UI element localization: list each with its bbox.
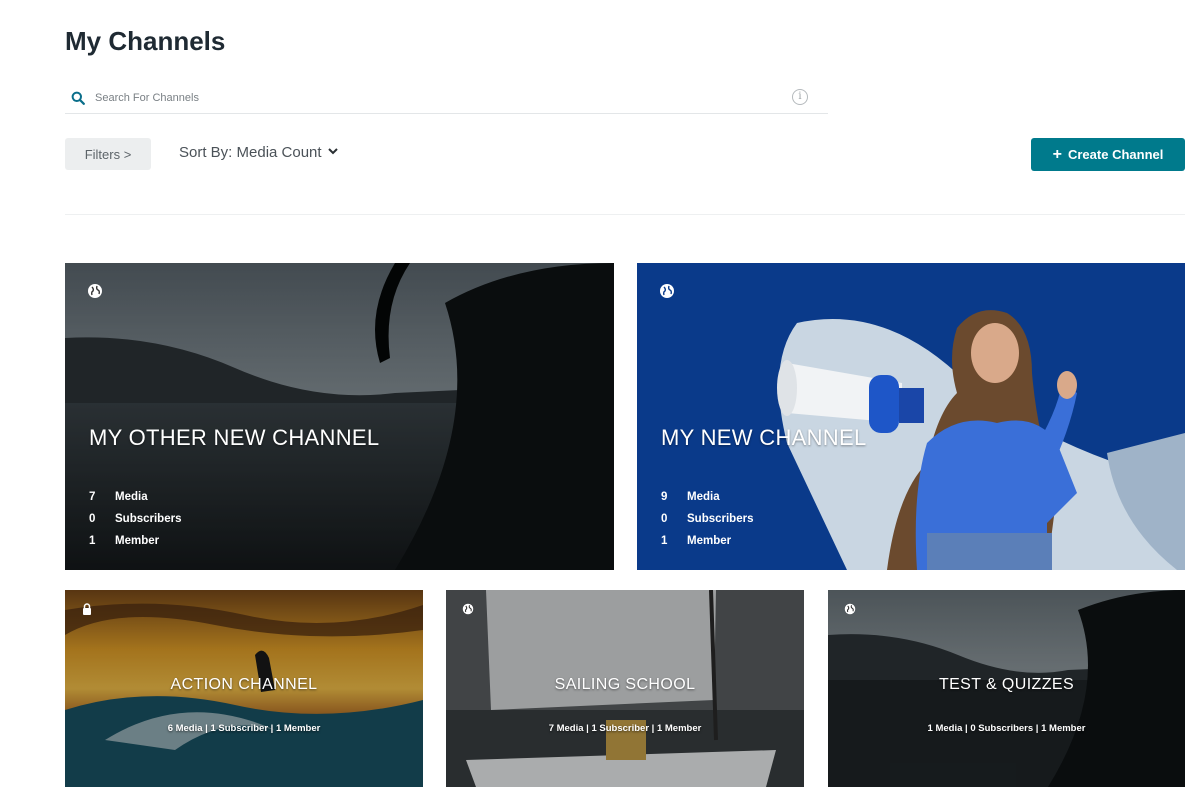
page-title: My Channels <box>65 26 226 56</box>
channel-title[interactable]: SAILING SCHOOL <box>446 676 804 694</box>
lock-icon <box>81 602 93 615</box>
channel-title[interactable]: TEST & QUIZZES <box>828 676 1185 694</box>
create-channel-label: Create Channel <box>1067 147 1164 162</box>
channel-stats: 7 Media | 1 Subscriber | 1 Member <box>548 723 702 734</box>
member-count: 1 <box>661 535 668 547</box>
create-channel-button[interactable]: + Create Channel <box>1031 138 1185 171</box>
channel-title[interactable]: MY OTHER NEW CHANNEL <box>89 425 379 451</box>
filters-button[interactable]: Filters > <box>65 138 151 170</box>
media-label: Media <box>115 491 148 503</box>
search-input[interactable] <box>95 91 775 104</box>
plus-icon: + <box>1052 145 1062 163</box>
member-label: Member <box>687 535 732 547</box>
subscriber-label: Subscribers <box>687 513 754 525</box>
search-icon[interactable] <box>67 87 89 109</box>
chevron-down-icon <box>327 147 338 158</box>
channel-stats: 9 Media 0 Subscribers 1 Member <box>661 486 753 552</box>
sort-dropdown[interactable]: Sort By: Media Count <box>179 144 338 161</box>
subscriber-label: Subscribers <box>115 513 182 525</box>
subscriber-count: 0 <box>89 513 96 525</box>
sort-label: Sort By: Media Count <box>179 144 322 161</box>
media-count: 9 <box>661 491 668 503</box>
member-count: 1 <box>89 535 96 547</box>
channel-card[interactable]: MY OTHER NEW CHANNEL 7 Media 0 Subscribers… <box>65 263 614 570</box>
channel-card[interactable]: MY NEW CHANNEL 9 Media 0 Subscribers 1 Memb… <box>637 263 1185 570</box>
info-icon[interactable]: i <box>792 89 808 105</box>
channel-card[interactable]: TEST & QUIZZES 1 Media | 0 Subscribers |… <box>828 590 1185 787</box>
channel-stats: 7 Media 0 Subscribers 1 Member <box>89 486 181 552</box>
globe-icon <box>87 283 103 299</box>
channel-stats: 6 Media | 1 Subscriber | 1 Member <box>167 723 321 734</box>
channel-card[interactable]: SAILING SCHOOL 7 Media | 1 Subscriber | … <box>446 590 804 787</box>
channel-stats: 1 Media | 0 Subscribers | 1 Member <box>927 723 1086 734</box>
divider <box>65 214 1185 215</box>
media-label: Media <box>687 491 720 503</box>
search-bar: i <box>65 82 828 114</box>
subscriber-count: 0 <box>661 513 668 525</box>
media-count: 7 <box>89 491 96 503</box>
channel-title[interactable]: ACTION CHANNEL <box>65 676 423 694</box>
member-label: Member <box>115 535 160 547</box>
channel-title[interactable]: MY NEW CHANNEL <box>661 425 867 451</box>
globe-icon <box>659 283 675 299</box>
globe-icon <box>844 602 856 615</box>
globe-icon <box>462 602 474 615</box>
channel-card[interactable]: ACTION CHANNEL 6 Media | 1 Subscriber | … <box>65 590 423 787</box>
